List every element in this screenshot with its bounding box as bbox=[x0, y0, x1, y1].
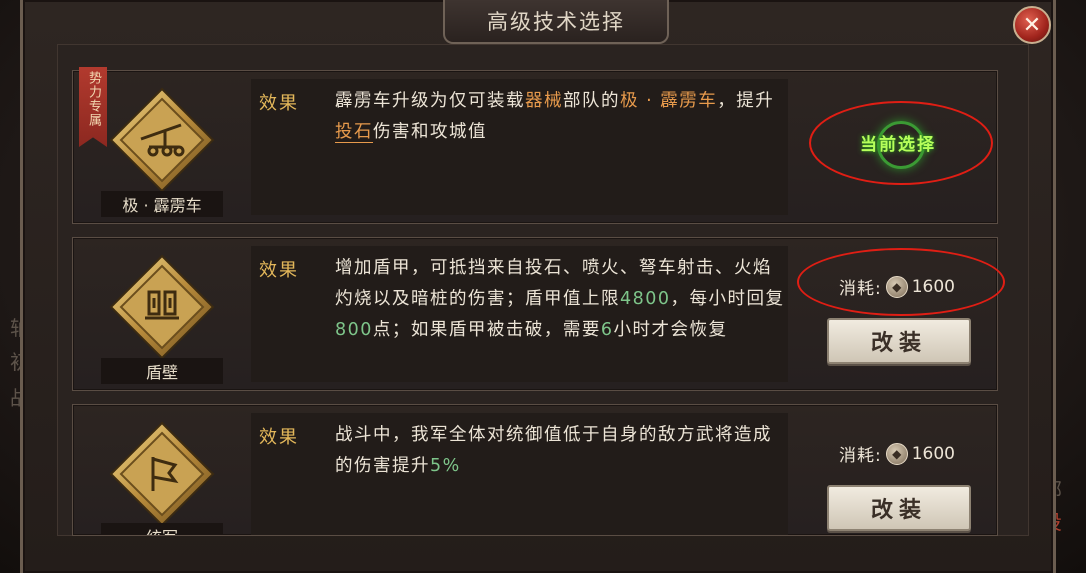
description-segment: 战斗中，我军全体对统御值低于自身的敌方武将造成的伤害提升 bbox=[335, 425, 772, 476]
tech-name: 极 · 霹雳车 bbox=[101, 191, 223, 217]
tech-card-pili[interactable]: 势力专属 极 · 霹雳车 效果 霹雳车升级为仅可装载器械部队的极 · 霹雳车，提… bbox=[72, 67, 998, 224]
description-segment: 器械 bbox=[525, 91, 563, 111]
description-segment: 伤害和攻城值 bbox=[373, 122, 487, 142]
effect-label: 效果 bbox=[259, 260, 299, 281]
tech-name: 统军 bbox=[101, 523, 223, 535]
description-segment: 投石 bbox=[335, 122, 373, 143]
description-segment: ，每小时回复 bbox=[670, 289, 785, 309]
annotation-circle bbox=[809, 101, 993, 185]
description-segment: 点；如果盾甲被击破，需要 bbox=[372, 320, 601, 340]
tech-description: 战斗中，我军全体对统御值低于自身的敌方武将造成的伤害提升5% bbox=[335, 420, 785, 482]
description-segment: ，提升 bbox=[717, 91, 775, 111]
effect-label: 效果 bbox=[259, 427, 299, 448]
close-button[interactable]: ✕ bbox=[1013, 6, 1051, 44]
refit-button[interactable]: 改装 bbox=[827, 318, 971, 364]
tech-description: 增加盾甲，可抵挡来自投石、喷火、弩车射击、火焰灼烧以及暗桩的伤害；盾甲值上限48… bbox=[335, 253, 785, 346]
description-segment: 霹雳车升级为仅可装载 bbox=[335, 91, 525, 111]
description-segment: 800 bbox=[335, 320, 373, 340]
ribbon-label: 势力专属 bbox=[86, 71, 101, 127]
description-segment: 小时才会恢复 bbox=[613, 320, 728, 340]
cost-value: 1600 bbox=[911, 443, 955, 464]
banner-icon bbox=[109, 421, 215, 527]
faction-exclusive-ribbon: 势力专属 bbox=[79, 67, 107, 147]
description-segment: 极 · 霹雳车 bbox=[620, 91, 718, 111]
refit-button[interactable]: 改装 bbox=[827, 485, 971, 531]
cost-display: 消耗: ◆ 1600 bbox=[839, 441, 955, 466]
tech-name: 盾壁 bbox=[101, 358, 223, 384]
cost-label: 消耗: bbox=[839, 446, 882, 466]
effect-label: 效果 bbox=[259, 93, 299, 114]
description-segment: 6 bbox=[600, 320, 614, 340]
resource-coin-icon: ◆ bbox=[885, 442, 908, 465]
annotation-circle bbox=[797, 248, 1005, 316]
dialog-title: 高级技术选择 bbox=[443, 0, 669, 44]
description-segment: 5% bbox=[430, 456, 461, 476]
tech-card-tongjun[interactable]: 统军 效果 战斗中，我军全体对统御值低于自身的敌方武将造成的伤害提升5% 消耗:… bbox=[72, 404, 998, 536]
tech-card-dunbi[interactable]: 盾壁 效果 增加盾甲，可抵挡来自投石、喷火、弩车射击、火焰灼烧以及暗桩的伤害；盾… bbox=[72, 237, 1005, 391]
description-segment: 部队的 bbox=[563, 91, 620, 111]
catapult-icon bbox=[109, 87, 215, 193]
close-x-icon: ✕ bbox=[1022, 12, 1042, 38]
description-segment: 4800 bbox=[620, 289, 671, 309]
tech-description: 霹雳车升级为仅可装载器械部队的极 · 霹雳车，提升投石伤害和攻城值 bbox=[335, 86, 785, 148]
shield-wall-icon bbox=[109, 254, 215, 360]
